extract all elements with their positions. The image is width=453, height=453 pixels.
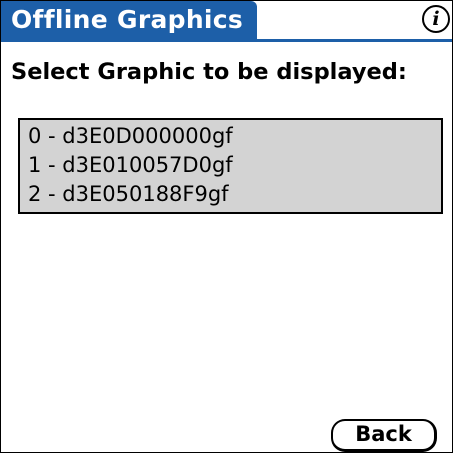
graphic-list-item-1[interactable]: 1 - d3E010057D0gf (20, 151, 441, 180)
title-tab[interactable]: Offline Graphics (1, 1, 257, 39)
info-icon[interactable]: i (422, 5, 450, 33)
app-title: Offline Graphics (11, 5, 244, 34)
graphics-list[interactable]: 0 - d3E0D000000gf 1 - d3E010057D0gf 2 - … (18, 118, 443, 214)
graphic-list-item-0[interactable]: 0 - d3E0D000000gf (20, 122, 441, 151)
select-graphic-prompt: Select Graphic to be displayed: (11, 59, 407, 85)
back-button[interactable]: Back (331, 419, 437, 452)
app-screen: Offline Graphics i Select Graphic to be … (0, 0, 453, 453)
title-bar: Offline Graphics i (1, 1, 452, 42)
graphic-list-item-2[interactable]: 2 - d3E050188F9gf (20, 180, 441, 209)
